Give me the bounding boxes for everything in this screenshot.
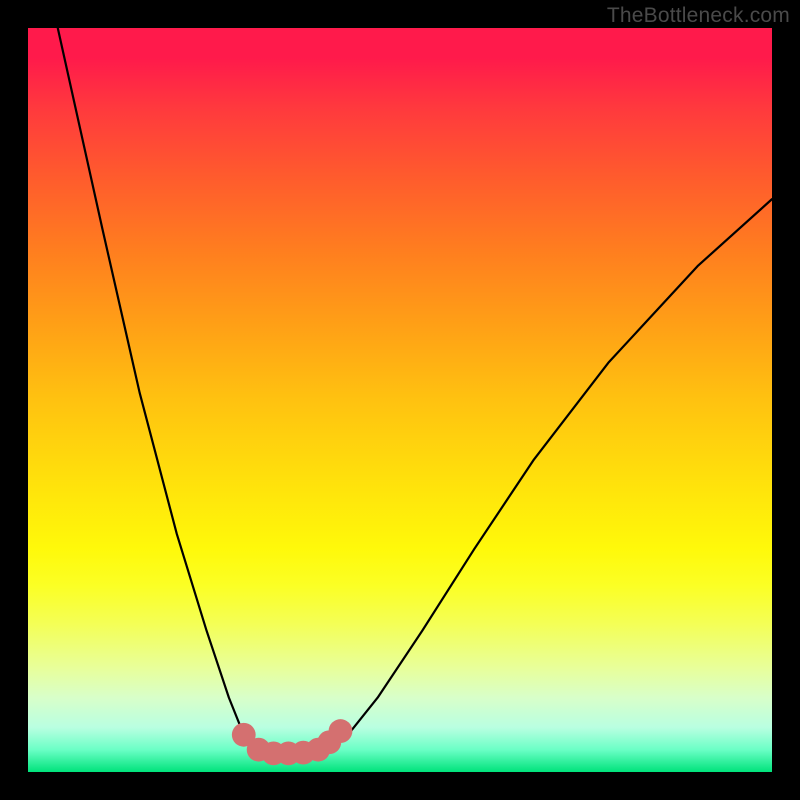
- chart-root: TheBottleneck.com: [0, 0, 800, 800]
- plot-svg: [28, 28, 772, 772]
- plot-area: [28, 28, 772, 772]
- highlight-point: [329, 719, 353, 743]
- watermark-text: TheBottleneck.com: [607, 4, 790, 28]
- bottleneck-curve: [58, 28, 772, 753]
